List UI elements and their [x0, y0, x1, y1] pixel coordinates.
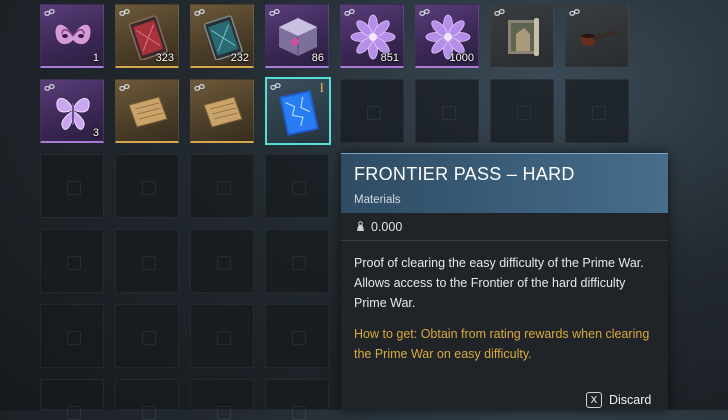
item-count: 86: [311, 52, 324, 64]
discard-label: Discard: [609, 393, 652, 407]
item-weight: 0.000: [371, 219, 403, 234]
inventory-slot-parchment-1[interactable]: [115, 79, 179, 143]
item-title: FRONTIER PASS – HARD: [354, 164, 575, 184]
item-description: Proof of clearing the easy difficulty of…: [354, 256, 644, 310]
discard-button[interactable]: X Discard: [586, 392, 651, 408]
inventory-slot-empty[interactable]: [40, 304, 104, 368]
inventory-slot-violet-flower[interactable]: 851: [340, 4, 404, 68]
butterfly-icon: [56, 98, 90, 130]
pipe-icon: [581, 29, 618, 46]
photo-scroll-icon: [508, 18, 539, 56]
inventory-slot-empty[interactable]: [115, 229, 179, 293]
butterfly-mask-icon: [55, 24, 91, 45]
inventory-slot-empty[interactable]: [340, 79, 404, 143]
inventory-slot-empty[interactable]: [115, 154, 179, 218]
inventory-slot-empty[interactable]: [40, 229, 104, 293]
inventory-slot-empty[interactable]: [40, 379, 104, 420]
item-category: Materials: [354, 194, 401, 206]
item-count: 1: [92, 52, 99, 64]
item-count: 851: [380, 52, 399, 64]
inventory-slot-butterfly-mask[interactable]: 1: [40, 4, 104, 68]
inventory-slot-empty[interactable]: [265, 304, 329, 368]
tooltip-header: FRONTIER PASS – HARD Materials: [341, 153, 668, 213]
inventory-slot-red-card[interactable]: 323: [115, 4, 179, 68]
inventory-slot-violet-flower-2[interactable]: 1000: [415, 4, 479, 68]
frontier-pass-icon: [279, 90, 319, 136]
parchment-icon: [203, 96, 243, 128]
inventory-slot-empty[interactable]: [190, 229, 254, 293]
inventory-slot-frontier-pass[interactable]: I: [265, 77, 331, 145]
inventory-slot-parchment-2[interactable]: [190, 79, 254, 143]
inventory-slot-empty[interactable]: [265, 154, 329, 218]
inventory-slot-empty[interactable]: [190, 379, 254, 420]
inventory-slot-empty[interactable]: [40, 154, 104, 218]
inventory-slot-pipe[interactable]: [565, 4, 629, 68]
inventory-slot-empty[interactable]: [490, 79, 554, 143]
inventory-slot-crystal-cube[interactable]: 86: [265, 4, 329, 68]
inventory-slot-empty[interactable]: [415, 79, 479, 143]
inventory-slot-empty[interactable]: [190, 154, 254, 218]
weight-icon: [357, 221, 364, 231]
inventory-slot-map-scroll[interactable]: [490, 4, 554, 68]
item-count: 1000: [449, 52, 474, 64]
inventory-slot-empty[interactable]: [115, 379, 179, 420]
inventory-slot-empty[interactable]: [265, 229, 329, 293]
inventory-slot-butterfly[interactable]: 3: [40, 79, 104, 143]
inventory-slot-empty[interactable]: [265, 379, 329, 420]
item-tooltip: FRONTIER PASS – HARD Materials 0.000 Pro…: [341, 153, 668, 410]
inventory-slot-empty[interactable]: [190, 304, 254, 368]
item-count: 323: [155, 52, 174, 64]
item-weight-row: 0.000: [341, 213, 668, 241]
item-count: 232: [230, 52, 249, 64]
item-how-to-get: How to get: Obtain from rating rewards w…: [354, 327, 650, 361]
inventory-slot-teal-card[interactable]: 232: [190, 4, 254, 68]
inventory-slot-empty[interactable]: [565, 79, 629, 143]
item-count: 3: [92, 127, 99, 139]
inventory-slot-empty[interactable]: [115, 304, 179, 368]
x-key-icon: X: [586, 392, 602, 408]
parchment-icon: [128, 96, 168, 128]
